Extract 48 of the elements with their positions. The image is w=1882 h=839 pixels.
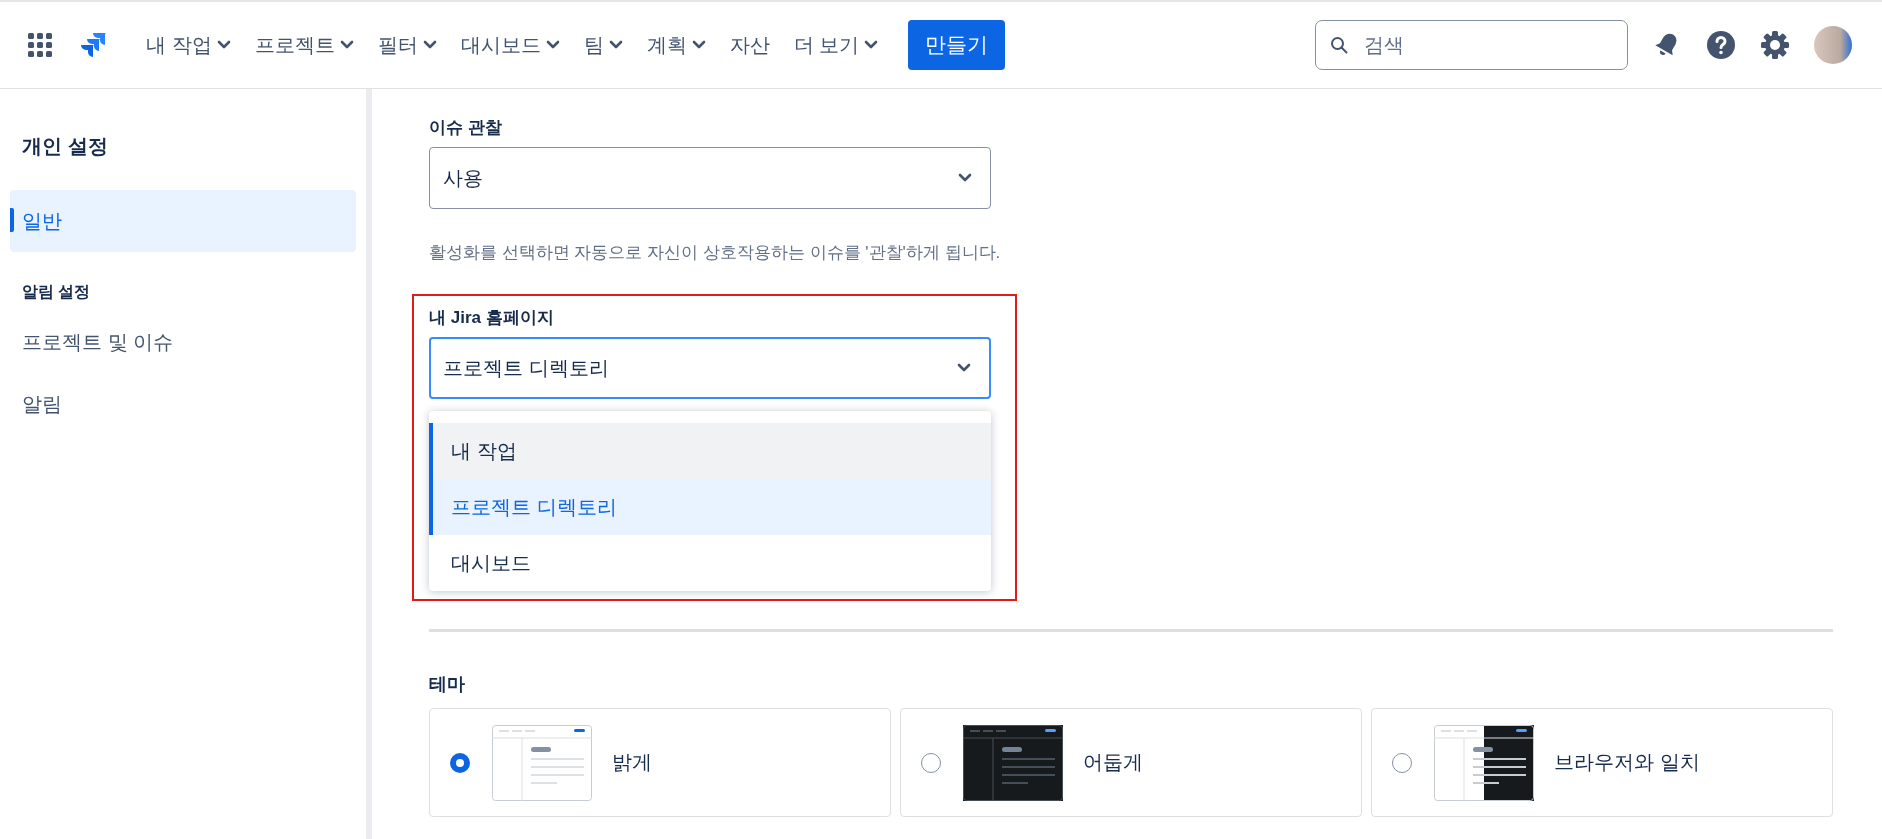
sidebar-title: 개인 설정	[22, 134, 109, 159]
nav-menu-item[interactable]: 대시보드	[448, 23, 572, 67]
field-label: 내 Jira 홈페이지	[429, 307, 555, 329]
chevron-down-icon	[958, 173, 972, 183]
dropdown-option[interactable]: 프로젝트 디렉토리	[429, 479, 991, 535]
section-heading: 테마	[429, 673, 466, 696]
chevron-down-icon	[422, 40, 437, 50]
field-label: 이슈 관찰	[429, 117, 503, 139]
theme-label: 브라우저와 일치	[1554, 750, 1700, 775]
radio-button[interactable]	[450, 752, 470, 773]
search-field[interactable]: 검색	[1315, 20, 1628, 70]
sidebar-section-heading: 알림 설정	[22, 282, 92, 302]
nav-menu-item[interactable]: 팀	[571, 23, 635, 67]
dropdown-option[interactable]: 대시보드	[429, 535, 991, 591]
sidebar-item[interactable]: 프로젝트 및 이슈	[10, 311, 356, 373]
dropdown-option[interactable]: 내 작업	[429, 423, 991, 479]
logo-icon[interactable]	[80, 31, 108, 59]
sidebar-item[interactable]: 일반	[10, 190, 356, 252]
theme-option-card[interactable]: 브라우저와 일치	[1371, 708, 1833, 817]
watch-select[interactable]: 사용	[429, 147, 991, 209]
theme-option-card[interactable]: 어둡게	[900, 708, 1362, 817]
chevron-down-icon	[339, 40, 354, 50]
radio-button[interactable]	[921, 752, 941, 773]
nav-menu-item[interactable]: 프로젝트	[242, 23, 366, 67]
nav-menu-item[interactable]: 더 보기	[781, 23, 891, 67]
chevron-down-icon	[691, 40, 706, 50]
nav-menu-item[interactable]: 내 작업	[134, 23, 243, 67]
chevron-down-icon	[608, 40, 623, 50]
nav-menu-item[interactable]: 계획	[634, 23, 718, 67]
chevron-down-icon	[545, 40, 560, 50]
homepage-select[interactable]: 프로젝트 디렉토리	[429, 337, 991, 399]
theme-label: 밝게	[612, 750, 652, 775]
chevron-down-icon	[216, 40, 231, 50]
create-button[interactable]: 만들기	[908, 20, 1006, 70]
search-icon	[1330, 36, 1348, 54]
sidebar-item[interactable]: 알림	[10, 373, 356, 435]
help-text: 활성화를 선택하면 자동으로 자신이 상호작용하는 이슈를 '관찰'하게 됩니다.	[429, 242, 1002, 264]
avatar[interactable]	[1814, 26, 1852, 64]
radio-button[interactable]	[1392, 752, 1412, 773]
chevron-down-icon	[864, 40, 879, 50]
theme-label: 어둡게	[1083, 750, 1143, 775]
nav-menu-item[interactable]: 필터	[365, 23, 449, 67]
theme-option-card[interactable]: 밝게	[429, 708, 891, 817]
settings-icon[interactable]	[1760, 30, 1790, 60]
help-icon[interactable]	[1706, 30, 1736, 60]
nav-menu-item[interactable]: 자산	[717, 23, 782, 67]
chevron-down-icon	[957, 363, 971, 373]
app-grid-icon[interactable]	[28, 33, 52, 57]
